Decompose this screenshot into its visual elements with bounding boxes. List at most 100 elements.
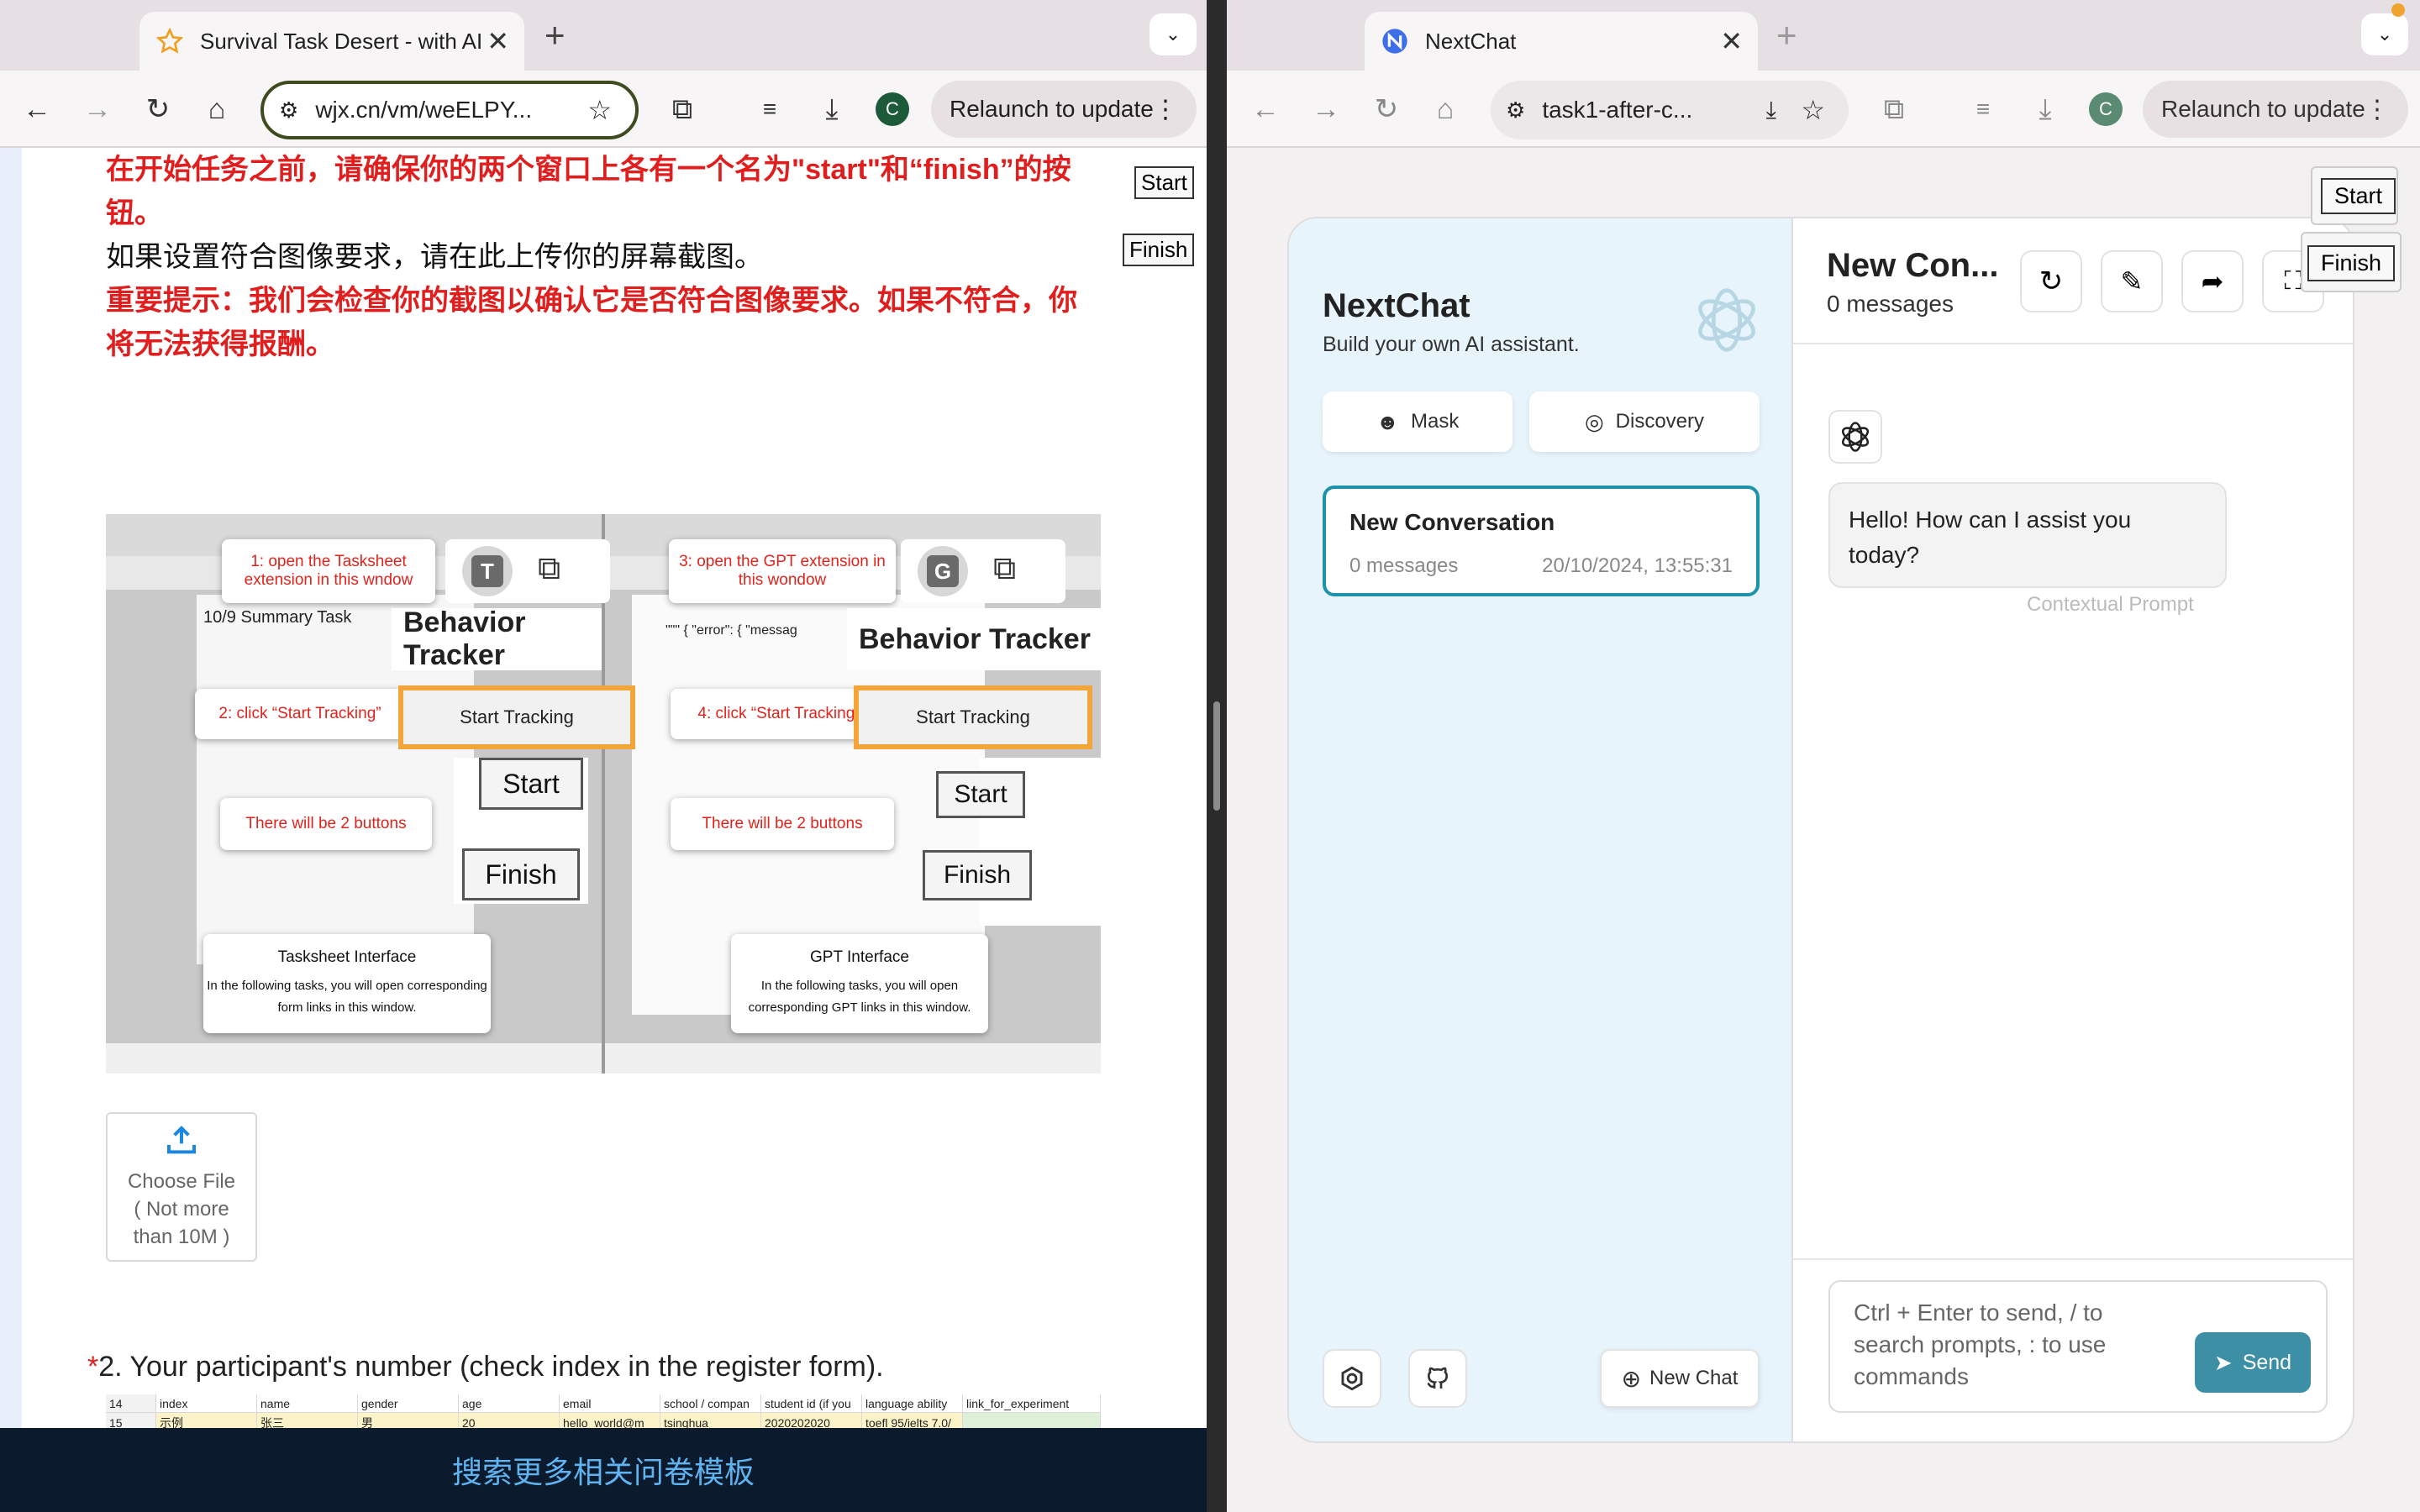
mask-icon: ☻	[1376, 408, 1399, 434]
relaunch-button-right[interactable]: Relaunch to update ⋮	[2143, 81, 2408, 138]
upload-icon	[165, 1124, 198, 1158]
behavior-tracker-title-1: Behavior Tracker	[392, 606, 602, 671]
preview-taskbar	[106, 1043, 602, 1074]
update-dot	[2391, 3, 2405, 17]
star-favicon-icon	[156, 28, 183, 55]
start-button[interactable]: Start	[1134, 166, 1194, 199]
bookmark-star-icon-right[interactable]: ☆	[1801, 94, 1825, 126]
home-icon[interactable]: ⌂	[198, 92, 235, 126]
forward-icon-right[interactable]: →	[1307, 92, 1344, 126]
tab-survival-task[interactable]: Survival Task Desert - with AI ✕	[139, 12, 524, 71]
chat-input[interactable]: Ctrl + Enter to send, / to search prompt…	[1828, 1280, 2328, 1413]
finish-button[interactable]: Finish	[1123, 234, 1195, 266]
forward-icon[interactable]: →	[79, 92, 116, 126]
bot-message: Hello! How can I assist you today?	[1828, 482, 2227, 588]
more-templates-link[interactable]: 搜索更多相关问卷模板	[0, 1428, 1207, 1512]
example-screenshot: 10/9 Summary Task """ { "error": { "mess…	[106, 514, 1101, 1074]
upload-label-2: ( Not more	[134, 1198, 229, 1221]
upload-label-1: Choose File	[127, 1170, 236, 1193]
finish-button-right[interactable]: Finish	[2307, 245, 2396, 281]
relaunch-label: Relaunch to update	[950, 96, 1154, 122]
extensions-icon[interactable]: ⧉	[664, 92, 701, 126]
sheet-header-cell: school / compan	[660, 1394, 761, 1413]
menu-kebab-icon[interactable]: ⋮	[1153, 95, 1178, 124]
share-icon[interactable]: ➦	[2181, 250, 2244, 312]
browser-toolbar-right: ← → ↻ ⌂ ⚙ task1-after-c... ⤓ ☆ ⧉ ≡ ⤓ C R…	[1227, 71, 2420, 148]
refresh-icon[interactable]: ↻	[2020, 250, 2082, 312]
split-divider[interactable]	[1207, 0, 1227, 1512]
tab-search-chevron-icon-right[interactable]: ⌄	[2361, 13, 2408, 55]
back-icon[interactable]: ←	[18, 92, 55, 126]
tab-title-right: NextChat	[1425, 28, 1517, 54]
address-bar[interactable]: ⚙ wjx.cn/vm/weELPY... ☆	[260, 81, 639, 139]
plus-circle-icon: ⊕	[1621, 1365, 1642, 1392]
profile-avatar[interactable]: C	[876, 92, 909, 126]
extension-bar-1: T ⧉	[445, 539, 610, 603]
menu-kebab-icon-right[interactable]: ⋮	[2365, 95, 2390, 124]
question-2-text: 2. Your participant's number (check inde…	[98, 1351, 884, 1383]
github-icon[interactable]	[1408, 1349, 1467, 1408]
url-text-right: task1-after-c...	[1542, 97, 1693, 123]
file-upload-button[interactable]: Choose File ( Not more than 10M )	[106, 1112, 257, 1262]
tasksheet-interface-desc: In the following tasks, you will open co…	[207, 979, 487, 1015]
browser-toolbar: ← → ↻ ⌂ ⚙ wjx.cn/vm/weELPY... ☆ ⧉ ≡ ⤓ C …	[0, 71, 1207, 148]
compass-icon: ◎	[1584, 408, 1604, 434]
question-2-title: *2. Your participant's number (check ind…	[87, 1351, 884, 1383]
discovery-button[interactable]: ◎ Discovery	[1529, 391, 1760, 452]
new-chat-label: New Chat	[1649, 1367, 1739, 1389]
new-chat-button[interactable]: ⊕ New Chat	[1600, 1349, 1760, 1408]
new-tab-icon[interactable]: +	[544, 12, 566, 59]
start-tracking-1: Start Tracking	[398, 685, 635, 749]
address-bar-right[interactable]: ⚙ task1-after-c... ⤓ ☆	[1491, 81, 1849, 139]
sheet-header-cell: age	[459, 1394, 560, 1413]
behavior-tracker-title-2: Behavior Tracker	[847, 608, 1101, 670]
conversation-time: 20/10/2024, 13:55:31	[1542, 554, 1733, 577]
sheet-header-cell: email	[560, 1394, 660, 1413]
back-icon-right[interactable]: ←	[1247, 92, 1284, 126]
edit-pencil-icon[interactable]: ✎	[2101, 250, 2163, 312]
sidebar-subtitle: Build your own AI assistant.	[1323, 333, 1580, 356]
placeholder-line-3: commands	[1854, 1363, 1969, 1389]
send-button[interactable]: ➤ Send	[2195, 1332, 2311, 1393]
callout-1: 1: open the Tasksheet extension in this …	[222, 539, 435, 603]
conversation-item[interactable]: New Conversation 0 messages 20/10/2024, …	[1323, 486, 1760, 596]
sheet-header-cell: language ability	[862, 1394, 963, 1413]
reload-icon[interactable]: ↻	[139, 92, 176, 126]
extensions-icon-right[interactable]: ⧉	[1876, 92, 1912, 126]
home-icon-right[interactable]: ⌂	[1427, 92, 1464, 126]
reload-icon-right[interactable]: ↻	[1368, 92, 1405, 126]
bot-message-line-2: today?	[1849, 542, 1920, 568]
contextual-prompt-label[interactable]: Contextual Prompt	[2027, 593, 2194, 617]
media-control-icon[interactable]: ≡	[751, 92, 788, 126]
download-icon-right[interactable]: ⤓	[2027, 92, 2064, 126]
bot-avatar-icon	[1828, 410, 1882, 464]
preview-task-title: 10/9 Summary Task	[203, 608, 352, 627]
tasksheet-interface-label: Tasksheet Interface In the following tas…	[203, 934, 491, 1033]
close-tab-icon-right[interactable]: ✕	[1720, 25, 1743, 57]
tab-title: Survival Task Desert - with AI	[200, 28, 483, 54]
download-icon[interactable]: ⤓	[813, 92, 850, 126]
start-button-right[interactable]: Start	[2321, 178, 2396, 214]
bookmark-star-icon[interactable]: ☆	[587, 94, 612, 126]
close-tab-icon[interactable]: ✕	[487, 25, 509, 57]
chat-input-placeholder: Ctrl + Enter to send, / to search prompt…	[1854, 1297, 2156, 1393]
media-control-icon-right[interactable]: ≡	[1965, 92, 2002, 126]
site-settings-icon-right[interactable]: ⚙	[1506, 97, 1525, 123]
tab-nextchat[interactable]: NextChat ✕	[1365, 12, 1758, 71]
mask-button[interactable]: ☻ Mask	[1323, 391, 1512, 452]
tasksheet-interface-title: Tasksheet Interface	[277, 948, 417, 966]
install-app-icon[interactable]: ⤓	[1766, 97, 1776, 124]
sheet-header-cell: index	[156, 1394, 257, 1413]
chat-title[interactable]: New Con...	[1827, 247, 1998, 285]
site-settings-icon[interactable]: ⚙	[279, 97, 298, 123]
relaunch-button[interactable]: Relaunch to update ⋮	[931, 81, 1197, 138]
divider-grip[interactable]	[1213, 701, 1220, 811]
sheet-header-cell: name	[257, 1394, 358, 1413]
settings-gear-icon[interactable]	[1323, 1349, 1381, 1408]
profile-avatar-right[interactable]: C	[2089, 92, 2123, 126]
mask-label: Mask	[1411, 410, 1460, 433]
required-star: *	[87, 1351, 99, 1383]
example-finish-1: Finish	[462, 848, 580, 900]
tab-search-chevron-icon[interactable]: ⌄	[1150, 13, 1197, 55]
new-tab-icon-right[interactable]: +	[1776, 12, 1797, 59]
